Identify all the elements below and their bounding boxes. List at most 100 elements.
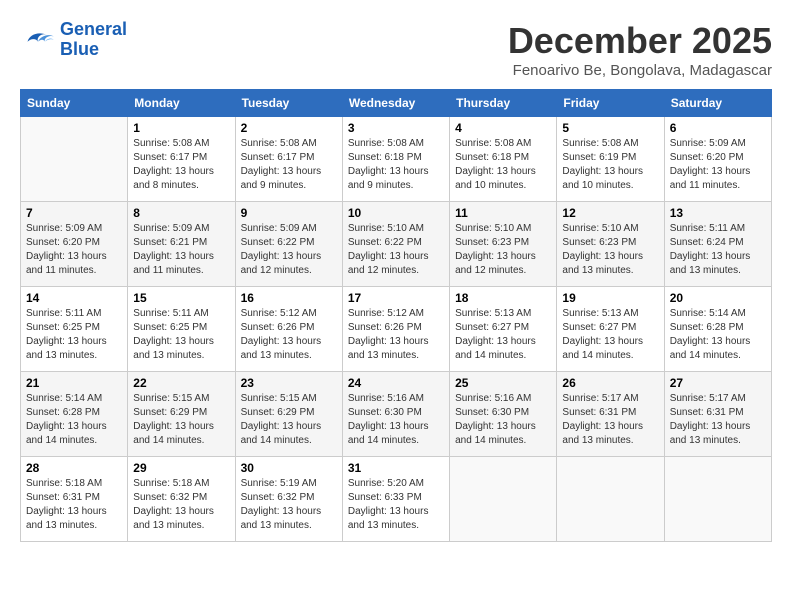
day-sun-info: Sunrise: 5:10 AM Sunset: 6:23 PM Dayligh… — [562, 222, 658, 278]
day-sun-info: Sunrise: 5:18 AM Sunset: 6:32 PM Dayligh… — [133, 477, 229, 533]
day-sun-info: Sunrise: 5:16 AM Sunset: 6:30 PM Dayligh… — [348, 392, 444, 448]
day-sun-info: Sunrise: 5:12 AM Sunset: 6:26 PM Dayligh… — [348, 307, 444, 363]
day-sun-info: Sunrise: 5:09 AM Sunset: 6:21 PM Dayligh… — [133, 222, 229, 278]
day-number: 30 — [241, 461, 337, 475]
day-number: 14 — [26, 291, 122, 305]
calendar-day-cell: 29 Sunrise: 5:18 AM Sunset: 6:32 PM Dayli… — [128, 457, 235, 542]
day-sun-info: Sunrise: 5:17 AM Sunset: 6:31 PM Dayligh… — [670, 392, 766, 448]
day-sun-info: Sunrise: 5:13 AM Sunset: 6:27 PM Dayligh… — [562, 307, 658, 363]
page-header: General Blue December 2025 Fenoarivo Be,… — [20, 20, 772, 79]
day-number: 19 — [562, 291, 658, 305]
day-number: 26 — [562, 376, 658, 390]
day-sun-info: Sunrise: 5:11 AM Sunset: 6:25 PM Dayligh… — [26, 307, 122, 363]
calendar-week-row: 7Sunrise: 5:09 AM Sunset: 6:20 PM Daylig… — [21, 202, 772, 287]
calendar-day-cell: 24 Sunrise: 5:16 AM Sunset: 6:30 PM Dayli… — [342, 372, 449, 457]
day-number: 1 — [133, 121, 229, 135]
day-number: 28 — [26, 461, 122, 475]
logo: General Blue — [20, 20, 127, 60]
day-sun-info: Sunrise: 5:19 AM Sunset: 6:32 PM Dayligh… — [241, 477, 337, 533]
day-sun-info: Sunrise: 5:16 AM Sunset: 6:30 PM Dayligh… — [455, 392, 551, 448]
logo-bird-icon — [20, 26, 56, 54]
day-sun-info: Sunrise: 5:11 AM Sunset: 6:24 PM Dayligh… — [670, 222, 766, 278]
calendar-day-cell: 30 Sunrise: 5:19 AM Sunset: 6:32 PM Dayli… — [235, 457, 342, 542]
calendar-week-row: 1 Sunrise: 5:08 AM Sunset: 6:17 PM Daylig… — [21, 117, 772, 202]
calendar-day-cell: 6 Sunrise: 5:09 AM Sunset: 6:20 PM Daylig… — [664, 117, 771, 202]
calendar-day-cell: 14 Sunrise: 5:11 AM Sunset: 6:25 PM Dayli… — [21, 287, 128, 372]
calendar-day-cell: 23 Sunrise: 5:15 AM Sunset: 6:29 PM Dayli… — [235, 372, 342, 457]
day-number: 21 — [26, 376, 122, 390]
day-number: 23 — [241, 376, 337, 390]
calendar-day-cell: 1 Sunrise: 5:08 AM Sunset: 6:17 PM Daylig… — [128, 117, 235, 202]
weekday-header: Thursday — [450, 90, 557, 117]
calendar-day-cell: 18 Sunrise: 5:13 AM Sunset: 6:27 PM Dayli… — [450, 287, 557, 372]
day-sun-info: Sunrise: 5:10 AM Sunset: 6:23 PM Dayligh… — [455, 222, 551, 278]
day-sun-info: Sunrise: 5:08 AM Sunset: 6:17 PM Dayligh… — [133, 137, 229, 193]
day-sun-info: Sunrise: 5:12 AM Sunset: 6:26 PM Dayligh… — [241, 307, 337, 363]
day-sun-info: Sunrise: 5:14 AM Sunset: 6:28 PM Dayligh… — [26, 392, 122, 448]
title-block: December 2025 Fenoarivo Be, Bongolava, M… — [508, 20, 772, 79]
weekday-header: Friday — [557, 90, 664, 117]
calendar-day-cell: 31Sunrise: 5:20 AM Sunset: 6:33 PM Dayli… — [342, 457, 449, 542]
day-number: 3 — [348, 121, 444, 135]
day-number: 11 — [455, 206, 551, 220]
day-sun-info: Sunrise: 5:17 AM Sunset: 6:31 PM Dayligh… — [562, 392, 658, 448]
day-sun-info: Sunrise: 5:08 AM Sunset: 6:18 PM Dayligh… — [348, 137, 444, 193]
day-number: 7 — [26, 206, 122, 220]
day-sun-info: Sunrise: 5:18 AM Sunset: 6:31 PM Dayligh… — [26, 477, 122, 533]
day-sun-info: Sunrise: 5:09 AM Sunset: 6:20 PM Dayligh… — [670, 137, 766, 193]
weekday-header: Tuesday — [235, 90, 342, 117]
calendar-week-row: 14 Sunrise: 5:11 AM Sunset: 6:25 PM Dayli… — [21, 287, 772, 372]
day-sun-info: Sunrise: 5:15 AM Sunset: 6:29 PM Dayligh… — [133, 392, 229, 448]
calendar-day-cell: 16Sunrise: 5:12 AM Sunset: 6:26 PM Dayli… — [235, 287, 342, 372]
logo-text: General Blue — [60, 20, 127, 60]
weekday-header: Monday — [128, 90, 235, 117]
calendar-day-cell: 25Sunrise: 5:16 AM Sunset: 6:30 PM Dayli… — [450, 372, 557, 457]
calendar-day-cell — [21, 117, 128, 202]
day-number: 9 — [241, 206, 337, 220]
calendar-day-cell: 3 Sunrise: 5:08 AM Sunset: 6:18 PM Daylig… — [342, 117, 449, 202]
calendar-day-cell: 20 Sunrise: 5:14 AM Sunset: 6:28 PM Dayli… — [664, 287, 771, 372]
calendar-day-cell: 28 Sunrise: 5:18 AM Sunset: 6:31 PM Dayli… — [21, 457, 128, 542]
day-number: 22 — [133, 376, 229, 390]
day-sun-info: Sunrise: 5:08 AM Sunset: 6:19 PM Dayligh… — [562, 137, 658, 193]
day-number: 4 — [455, 121, 551, 135]
weekday-header: Wednesday — [342, 90, 449, 117]
calendar-day-cell — [450, 457, 557, 542]
calendar-day-cell: 22 Sunrise: 5:15 AM Sunset: 6:29 PM Dayli… — [128, 372, 235, 457]
day-number: 31 — [348, 461, 444, 475]
day-sun-info: Sunrise: 5:15 AM Sunset: 6:29 PM Dayligh… — [241, 392, 337, 448]
day-number: 6 — [670, 121, 766, 135]
calendar-day-cell — [664, 457, 771, 542]
calendar-day-cell: 27 Sunrise: 5:17 AM Sunset: 6:31 PM Dayli… — [664, 372, 771, 457]
calendar-day-cell: 15Sunrise: 5:11 AM Sunset: 6:25 PM Dayli… — [128, 287, 235, 372]
calendar-day-cell: 5 Sunrise: 5:08 AM Sunset: 6:19 PM Daylig… — [557, 117, 664, 202]
day-number: 20 — [670, 291, 766, 305]
day-number: 27 — [670, 376, 766, 390]
calendar-day-cell: 13Sunrise: 5:11 AM Sunset: 6:24 PM Dayli… — [664, 202, 771, 287]
calendar-day-cell: 21 Sunrise: 5:14 AM Sunset: 6:28 PM Dayli… — [21, 372, 128, 457]
day-number: 10 — [348, 206, 444, 220]
day-sun-info: Sunrise: 5:13 AM Sunset: 6:27 PM Dayligh… — [455, 307, 551, 363]
day-number: 29 — [133, 461, 229, 475]
day-number: 5 — [562, 121, 658, 135]
weekday-header: Sunday — [21, 90, 128, 117]
month-year-title: December 2025 — [508, 20, 772, 62]
day-sun-info: Sunrise: 5:08 AM Sunset: 6:18 PM Dayligh… — [455, 137, 551, 193]
day-number: 17 — [348, 291, 444, 305]
day-number: 8 — [133, 206, 229, 220]
day-number: 24 — [348, 376, 444, 390]
calendar-day-cell: 12Sunrise: 5:10 AM Sunset: 6:23 PM Dayli… — [557, 202, 664, 287]
calendar-day-cell: 19 Sunrise: 5:13 AM Sunset: 6:27 PM Dayli… — [557, 287, 664, 372]
calendar-day-cell: 17 Sunrise: 5:12 AM Sunset: 6:26 PM Dayli… — [342, 287, 449, 372]
weekday-header: Saturday — [664, 90, 771, 117]
calendar-day-cell: 10 Sunrise: 5:10 AM Sunset: 6:22 PM Dayli… — [342, 202, 449, 287]
calendar-week-row: 21 Sunrise: 5:14 AM Sunset: 6:28 PM Dayli… — [21, 372, 772, 457]
day-number: 18 — [455, 291, 551, 305]
calendar-day-cell: 7Sunrise: 5:09 AM Sunset: 6:20 PM Daylig… — [21, 202, 128, 287]
weekday-header-row: SundayMondayTuesdayWednesdayThursdayFrid… — [21, 90, 772, 117]
calendar-table: SundayMondayTuesdayWednesdayThursdayFrid… — [20, 89, 772, 542]
day-number: 15 — [133, 291, 229, 305]
day-sun-info: Sunrise: 5:10 AM Sunset: 6:22 PM Dayligh… — [348, 222, 444, 278]
calendar-day-cell: 11 Sunrise: 5:10 AM Sunset: 6:23 PM Dayli… — [450, 202, 557, 287]
day-sun-info: Sunrise: 5:14 AM Sunset: 6:28 PM Dayligh… — [670, 307, 766, 363]
